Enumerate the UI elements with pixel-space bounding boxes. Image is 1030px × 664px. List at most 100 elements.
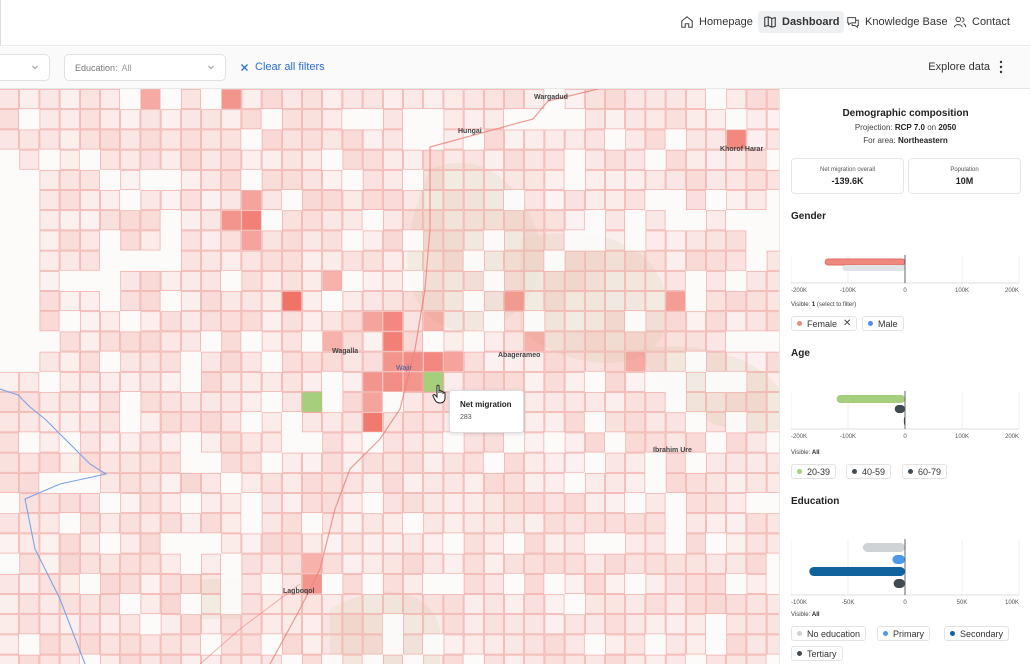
map-cell-empty	[19, 190, 40, 211]
map-cell	[483, 594, 504, 615]
education-filter-select[interactable]: Education: All	[64, 54, 226, 81]
chip-age-40-59[interactable]: 40-59	[846, 464, 892, 479]
map-cell	[362, 230, 383, 251]
bar-20-39	[836, 395, 905, 403]
chip-male[interactable]: Male	[862, 316, 904, 331]
map-cell	[120, 493, 141, 514]
chip-primary[interactable]: Primary	[877, 626, 930, 641]
map-cell	[645, 614, 666, 635]
map-cell	[625, 291, 646, 312]
map-cell	[443, 452, 464, 473]
map-cell	[504, 250, 525, 271]
map-cell-empty	[241, 412, 262, 433]
map-cell	[382, 311, 403, 332]
map-cell	[160, 109, 181, 130]
education-filter-value: All	[121, 62, 132, 73]
map-cell	[302, 190, 323, 211]
map-cell	[382, 149, 403, 170]
more-options-icon[interactable]	[998, 60, 1004, 74]
map-cell	[0, 472, 20, 493]
chip-age-60-79[interactable]: 60-79	[902, 464, 948, 479]
stat-label: Net migration overall	[819, 167, 876, 173]
map-cell-empty	[261, 351, 282, 372]
map-cell	[261, 331, 282, 352]
nav-knowledge-base[interactable]: Knowledge Base	[841, 11, 953, 33]
chip-no-education[interactable]: No education	[791, 626, 867, 641]
map-cell	[403, 594, 424, 615]
map-cell	[483, 472, 504, 493]
map-cell	[685, 472, 706, 493]
explore-data-button[interactable]: Explore data	[928, 61, 990, 73]
education-chart: -100K -50K 0 50K 100K	[791, 539, 1021, 609]
map-cell	[443, 351, 464, 372]
map-cell	[584, 513, 605, 534]
map-cell	[605, 291, 626, 312]
map-cell	[645, 109, 666, 130]
map-cell	[443, 89, 464, 110]
map-cell	[140, 573, 161, 594]
map-cell-empty	[302, 331, 323, 352]
map-cell	[726, 533, 747, 554]
map-cell	[342, 129, 363, 150]
map-cell-empty	[0, 230, 20, 251]
map-cell-empty	[443, 432, 464, 453]
visible-label: Visible:	[791, 302, 811, 308]
chip-age-20-39[interactable]: 20-39	[791, 464, 837, 479]
map-cell-empty	[423, 109, 444, 130]
map-cell	[605, 573, 626, 594]
map-cell	[685, 89, 706, 110]
map-cell	[625, 553, 646, 574]
place-label: Wajir	[396, 365, 412, 372]
map-cell	[160, 149, 181, 170]
chip-tertiary[interactable]: Tertiary	[791, 646, 843, 661]
map-cell	[201, 432, 222, 453]
map-cell	[79, 553, 100, 574]
nav-dashboard[interactable]: Dashboard	[758, 11, 845, 33]
map-cell	[180, 190, 201, 211]
map-cell	[100, 573, 121, 594]
map-cell	[160, 614, 181, 635]
map-cell	[180, 472, 201, 493]
nav-contact[interactable]: Contact	[948, 11, 1015, 33]
map-cell	[201, 493, 222, 514]
map-cell	[483, 533, 504, 554]
clear-all-filters-button[interactable]: Clear all filters	[240, 61, 325, 73]
chip-secondary[interactable]: Secondary	[944, 626, 1010, 641]
map-cell	[241, 210, 262, 231]
map-cell	[382, 553, 403, 574]
map-cell	[463, 230, 484, 251]
map-cell	[746, 634, 767, 655]
remove-filter-icon[interactable]: ✕	[843, 318, 851, 329]
map-cell-empty	[100, 270, 121, 291]
map-cell	[19, 573, 40, 594]
projection-prefix: Projection:	[854, 123, 893, 132]
map-cell-empty	[746, 210, 767, 231]
bar-tertiary	[893, 579, 905, 588]
map-cell-empty	[625, 230, 646, 251]
map-cell	[140, 472, 161, 493]
map-cell	[746, 614, 767, 635]
map-cell	[605, 634, 626, 655]
nav-homepage[interactable]: Homepage	[675, 11, 758, 33]
map-cell	[584, 89, 605, 110]
nav-knowledge-base-label: Knowledge Base	[865, 16, 948, 28]
visible-count: All	[811, 612, 820, 618]
map-cell-empty	[362, 109, 383, 130]
map-cell-empty	[59, 513, 80, 534]
map-cell	[483, 169, 504, 190]
map-cell	[362, 412, 383, 433]
x-tick-label: -200K	[791, 288, 807, 294]
map-cell-empty	[261, 109, 282, 130]
map-cell-empty	[665, 513, 686, 534]
chip-female[interactable]: Female ✕	[791, 316, 858, 331]
map-cell	[342, 371, 363, 392]
map-cell	[584, 392, 605, 413]
map-cell	[79, 452, 100, 473]
filter-select-partial[interactable]	[0, 54, 50, 81]
map-cell-highlight	[301, 391, 323, 413]
map-cell	[19, 594, 40, 615]
map-canvas[interactable]	[0, 89, 779, 664]
migration-map[interactable]: Wargadud Hungai Khorof Harar Wagalla Waj…	[0, 89, 779, 664]
map-cell	[625, 351, 646, 372]
map-cell-empty	[362, 573, 383, 594]
